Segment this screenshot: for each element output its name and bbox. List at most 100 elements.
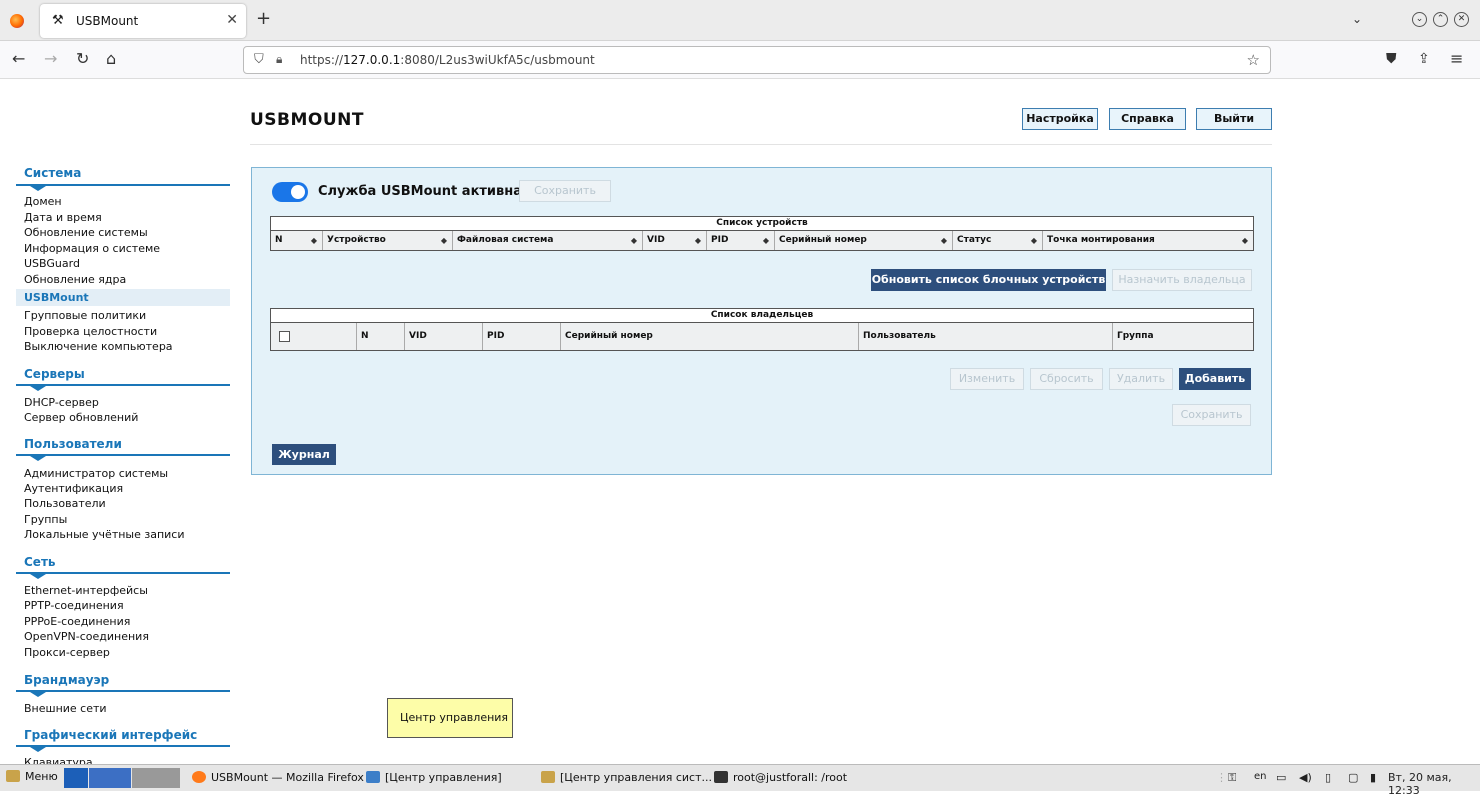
taskbar-item-firefox[interactable]: USBMount — Mozilla Firefox [192,771,364,784]
add-button[interactable]: Добавить [1179,368,1251,390]
tab-close-icon[interactable]: ✕ [226,12,238,28]
sidebar-item-integrity-check[interactable]: Проверка целостности [24,325,157,339]
sidebar-item-system-update[interactable]: Обновление системы [24,226,148,240]
url-bar[interactable]: ⛉ 🔒︎ https://127.0.0.1:8080/L2us3wiUkfA5… [243,46,1271,74]
sidebar-item-proxy[interactable]: Прокси-сервер [24,646,110,660]
keyboard-layout[interactable]: en [1254,771,1267,782]
sidebar-item-groups[interactable]: Группы [24,513,67,527]
taskbar-item-system-control-center[interactable]: [Центр управления сист... [541,771,712,784]
sidebar-item-admin[interactable]: Администратор системы [24,467,168,481]
firefox-launcher-icon[interactable] [89,768,131,788]
sidebar-item-usbmount[interactable]: USBMount [16,289,230,306]
sort-icon: ◆ [1030,236,1037,245]
sidebar-item-pptp[interactable]: PPTP-соединения [24,599,124,613]
owners-save-button[interactable]: Сохранить [1172,404,1251,426]
service-save-button[interactable]: Сохранить [519,180,611,202]
minimize-icon[interactable]: ⌄ [1412,12,1427,27]
sidebar-item-group-policies[interactable]: Групповые политики [24,309,146,323]
taskbar-item-terminal[interactable]: root@justforall: /root [714,771,847,784]
sidebar-section-firewall[interactable]: Брандмауэр [24,673,109,687]
bookmark-star-icon[interactable]: ☆ [1247,51,1260,69]
tray-separator: ⋮ [1216,771,1227,784]
url-text[interactable]: https://127.0.0.1:8080/L2us3wiUkfA5c/usb… [300,53,595,67]
battery-icon[interactable]: ▮ [1370,771,1376,784]
sidebar-section-system[interactable]: Система [24,166,81,180]
clock[interactable]: Вт, 20 мая, 12:33 [1388,771,1480,797]
col-mountpoint[interactable]: Точка монтирования ◆ [1043,231,1253,250]
close-window-icon[interactable]: ✕ [1454,12,1469,27]
volume-icon[interactable]: ◀︎) [1299,771,1312,784]
network-icon[interactable]: ▭ [1276,771,1286,784]
sidebar-item-users[interactable]: Пользователи [24,497,106,511]
home-icon[interactable]: ⌂ [106,50,116,68]
assign-owner-button[interactable]: Назначить владельца [1112,269,1252,291]
logout-button[interactable]: Выйти [1196,108,1272,130]
browser-tab[interactable]: ⚒ USBMount ✕ [40,4,246,38]
sidebar-item-openvpn[interactable]: OpenVPN-соединения [24,630,149,644]
maximize-icon[interactable]: ⌃ [1433,12,1448,27]
sidebar-section-network[interactable]: Сеть [24,555,56,569]
col-filesystem[interactable]: Файловая система ◆ [453,231,643,250]
service-toggle[interactable] [272,182,308,202]
sidebar-item-shutdown[interactable]: Выключение компьютера [24,340,173,354]
sidebar-item-ethernet[interactable]: Ethernet-интерфейсы [24,584,148,598]
col-vid[interactable]: VID ◆ [643,231,707,250]
col-status[interactable]: Статус ◆ [953,231,1043,250]
display-icon[interactable]: ▢ [1348,771,1358,784]
reload-icon[interactable]: ↻ [76,50,89,68]
sidebar-item-keyboard[interactable]: Клавиатура [24,756,93,764]
sidebar-section-servers[interactable]: Серверы [24,367,85,381]
col-vid[interactable]: VID [405,323,483,350]
pocket-icon[interactable]: ⛊ [1386,50,1397,68]
start-menu-button[interactable]: Меню [6,770,58,783]
col-device[interactable]: Устройство ◆ [323,231,453,250]
sidebar-item-domain[interactable]: Домен [24,195,62,209]
col-serial[interactable]: Серийный номер ◆ [775,231,953,250]
firefox-icon[interactable] [10,14,24,28]
sidebar-item-external-networks[interactable]: Внешние сети [24,702,107,716]
journal-button[interactable]: Журнал [272,444,336,465]
shield-icon[interactable]: ⛉ [254,52,264,67]
list-tabs-icon[interactable]: ⌄ [1352,12,1362,26]
browser-tabbar: ⚒ USBMount ✕ + ⌄ ⌄ ⌃ ✕ [0,0,1480,41]
select-all-checkbox[interactable] [279,331,290,342]
refresh-devices-button[interactable]: Обновить список блочных устройств [871,269,1106,291]
reset-button[interactable]: Сбросить [1030,368,1103,390]
hamburger-menu-icon[interactable]: ≡ [1450,50,1463,68]
forward-icon[interactable]: → [44,50,57,68]
lock-icon[interactable]: 🔒︎ [276,52,282,67]
sidebar-item-system-info[interactable]: Информация о системе [24,242,160,256]
sidebar-item-auth[interactable]: Аутентификация [24,482,123,496]
col-n[interactable]: N [357,323,405,350]
sidebar-section-users[interactable]: Пользователи [24,437,122,451]
col-n[interactable]: N ◆ [271,231,323,250]
workspace-1[interactable] [64,768,88,788]
workspace-2[interactable] [132,768,180,788]
sidebar-item-datetime[interactable]: Дата и время [24,211,102,225]
edit-button[interactable]: Изменить [950,368,1024,390]
col-group[interactable]: Группа [1113,323,1253,350]
sidebar-item-usbguard[interactable]: USBGuard [24,257,80,271]
section-notch [30,456,46,461]
key-icon[interactable]: ⚿ [1228,771,1236,785]
col-serial[interactable]: Серийный номер [561,323,859,350]
sidebar-item-local-accounts[interactable]: Локальные учётные записи [24,528,185,542]
col-pid[interactable]: PID ◆ [707,231,775,250]
help-button[interactable]: Справка [1109,108,1186,130]
sidebar-item-kernel-update[interactable]: Обновление ядра [24,273,126,287]
terminal-icon [714,771,728,783]
col-pid[interactable]: PID [483,323,561,350]
sidebar-section-gui[interactable]: Графический интерфейс [24,728,197,742]
clipboard-icon[interactable]: ▯ [1325,771,1331,784]
sidebar-item-pppoe[interactable]: PPPoE-соединения [24,615,130,629]
section-underline [16,690,230,692]
sidebar-item-dhcp[interactable]: DHCP-сервер [24,396,99,410]
col-user[interactable]: Пользователь [859,323,1113,350]
back-icon[interactable]: ← [12,50,25,68]
new-tab-icon[interactable]: + [256,9,271,29]
settings-button[interactable]: Настройка [1022,108,1098,130]
sidebar-item-update-server[interactable]: Сервер обновлений [24,411,138,425]
taskbar-item-control-center[interactable]: [Центр управления] [366,771,502,784]
delete-button[interactable]: Удалить [1109,368,1173,390]
share-icon[interactable]: ⇪ [1418,50,1430,68]
